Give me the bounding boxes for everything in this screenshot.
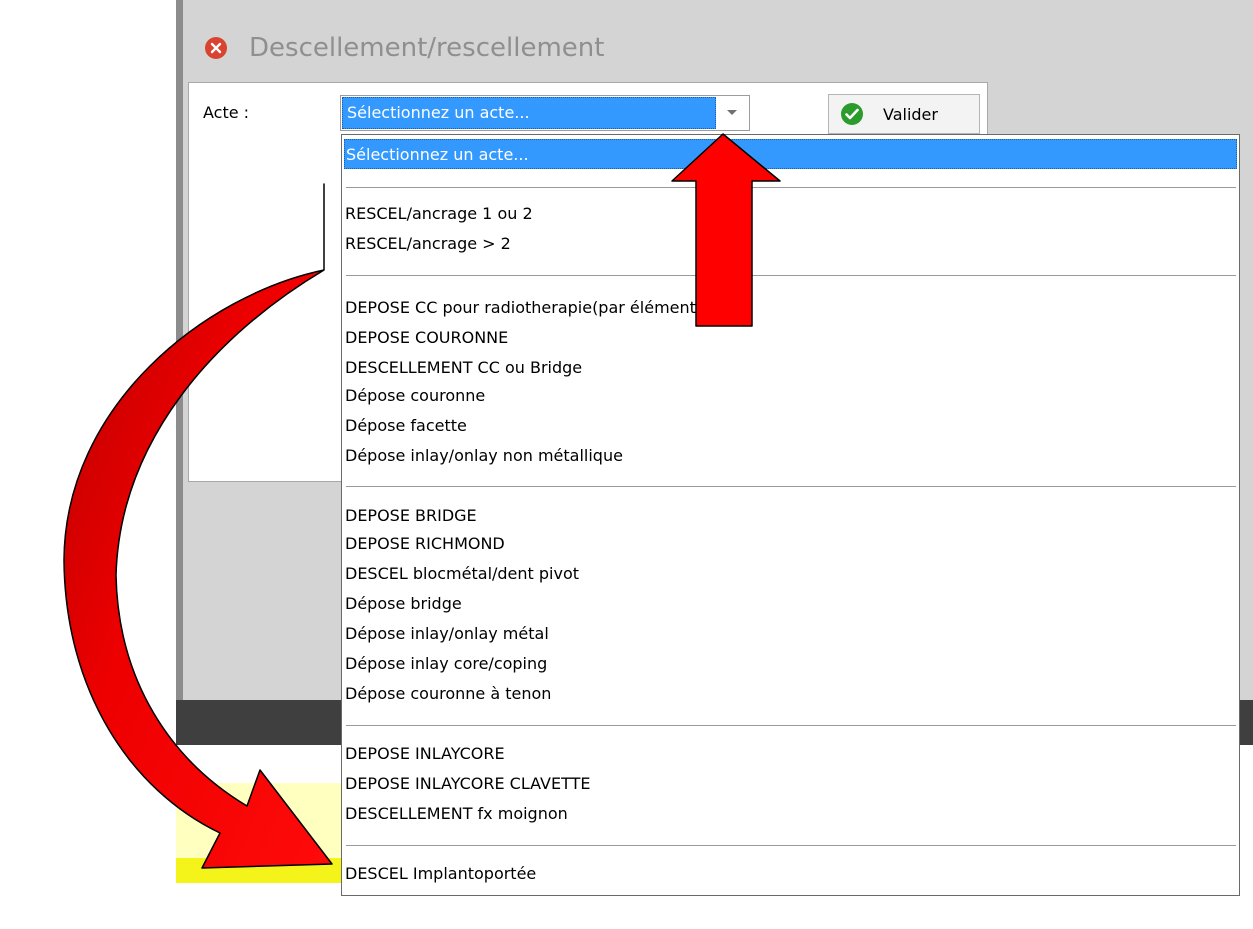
dropdown-item[interactable]: Dépose bridge — [344, 589, 1237, 619]
dropdown-item[interactable]: Dépose inlay core/coping — [344, 649, 1237, 679]
dropdown-item[interactable]: Dépose inlay/onlay métal — [344, 619, 1237, 649]
dropdown-separator — [346, 725, 1236, 726]
dropdown-item[interactable]: DEPOSE RICHMOND — [344, 529, 1237, 559]
dropdown-item[interactable]: DESCEL blocmétal/dent pivot — [344, 559, 1237, 589]
validate-button[interactable]: Valider — [828, 94, 980, 134]
dropdown-item[interactable]: Dépose facette — [344, 411, 1237, 441]
acte-label: Acte : — [203, 103, 250, 122]
dropdown-item[interactable]: DESCELLEMENT fx moignon — [344, 799, 1237, 829]
chevron-down-icon[interactable] — [715, 96, 749, 130]
dropdown-item[interactable]: RESCEL/ancrage > 2 — [344, 229, 1237, 259]
dropdown-separator — [346, 486, 1236, 487]
highlighted-cell-bottom — [176, 858, 341, 883]
dropdown-item[interactable]: DEPOSE COURONNE — [344, 323, 1237, 353]
dialog-title: Descellement/rescellement — [249, 33, 605, 63]
dropdown-separator — [346, 187, 1236, 188]
dropdown-item[interactable]: DEPOSE INLAYCORE — [344, 739, 1237, 769]
dropdown-item[interactable]: RESCEL/ancrage 1 ou 2 — [344, 199, 1237, 229]
check-circle-icon — [841, 103, 863, 125]
dropdown-item[interactable]: DESCELLEMENT CC ou Bridge — [344, 353, 1237, 383]
validate-label: Valider — [883, 104, 938, 124]
acte-combobox-value[interactable]: Sélectionnez un acte... — [342, 97, 716, 129]
dropdown-item[interactable]: Dépose inlay/onlay non métallique — [344, 441, 1237, 471]
dropdown-item[interactable]: DEPOSE BRIDGE — [344, 501, 1237, 531]
dropdown-item[interactable]: DEPOSE CC pour radiotherapie(par élément — [344, 293, 1237, 323]
dropdown-item[interactable]: DEPOSE INLAYCORE CLAVETTE — [344, 769, 1237, 799]
dropdown-separator — [346, 275, 1236, 276]
acte-dropdown-list[interactable]: Sélectionnez un acte... RESCEL/ancrage 1… — [341, 134, 1240, 896]
dropdown-item[interactable]: Dépose couronne à tenon — [344, 679, 1237, 709]
dropdown-item[interactable]: DESCEL Implantoportée — [344, 859, 1237, 889]
close-icon[interactable] — [205, 37, 227, 59]
dialog-title-bar: Descellement/rescellement — [205, 30, 604, 66]
acte-combobox[interactable]: Sélectionnez un acte... — [340, 95, 750, 131]
dropdown-item-placeholder[interactable]: Sélectionnez un acte... — [344, 139, 1237, 169]
dropdown-item[interactable]: Dépose couronne — [344, 381, 1237, 411]
dropdown-separator — [346, 845, 1236, 846]
dialog-left-border — [176, 0, 183, 700]
